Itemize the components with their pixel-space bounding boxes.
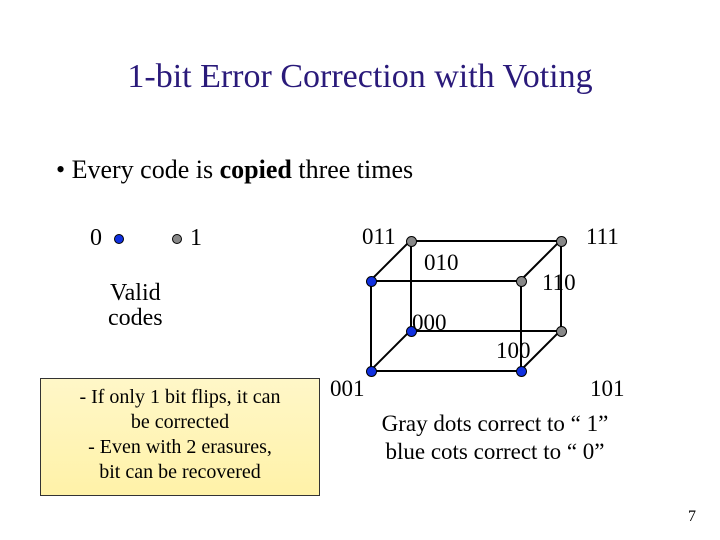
label-110: 110 (542, 270, 576, 296)
valid-codes-line1: Valid (110, 280, 161, 306)
dot-one (172, 234, 182, 244)
bullet-line: • Every code is copied three times (56, 155, 413, 185)
label-101: 101 (590, 376, 625, 402)
note-line4: bit can be recovered (45, 460, 315, 485)
label-100: 100 (496, 338, 531, 364)
vertex-111 (556, 236, 567, 247)
page-number: 7 (688, 508, 696, 526)
bullet-prefix: • Every code is (56, 155, 220, 184)
label-000: 000 (412, 310, 447, 336)
note-box: - If only 1 bit flips, it can be correct… (40, 378, 320, 496)
vertex-000 (366, 366, 377, 377)
explain-line2: blue cots correct to “ 0” (340, 438, 650, 466)
label-zero: 0 (90, 225, 102, 252)
valid-codes-line2: codes (108, 305, 163, 331)
label-111: 111 (586, 224, 619, 250)
vertex-101 (556, 326, 567, 337)
dot-zero (114, 234, 124, 244)
bullet-bold: copied (220, 155, 292, 184)
label-011: 011 (362, 224, 396, 250)
cube-explain: Gray dots correct to “ 1” blue cots corr… (340, 410, 650, 465)
slide-title: 1-bit Error Correction with Voting (0, 58, 720, 96)
vertex-110 (516, 276, 527, 287)
label-001: 001 (330, 376, 365, 402)
valid-codes-diagram: 0 1 Valid codes (90, 225, 260, 345)
vertex-011 (406, 236, 417, 247)
vertex-010 (366, 276, 377, 287)
note-line1: - If only 1 bit flips, it can (45, 385, 315, 410)
vertex-100 (516, 366, 527, 377)
note-line2: be corrected (45, 410, 315, 435)
label-010: 010 (424, 250, 459, 276)
explain-line1: Gray dots correct to “ 1” (340, 410, 650, 438)
note-line3: - Even with 2 erasures, (45, 435, 315, 460)
bullet-suffix: three times (292, 155, 413, 184)
label-one: 1 (190, 225, 202, 252)
valid-codes-label: Valid codes (108, 281, 163, 331)
cube-diagram: 011 111 010 110 000 100 001 101 Gray dot… (350, 210, 680, 470)
